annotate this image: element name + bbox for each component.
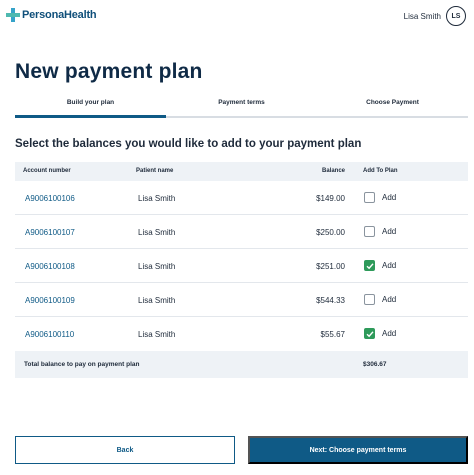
brand-logo[interactable]: PersonaHealth bbox=[6, 8, 97, 22]
add-label[interactable]: Add bbox=[382, 261, 396, 270]
add-to-plan-checkbox[interactable] bbox=[364, 328, 375, 339]
column-header-patient: Patient name bbox=[136, 168, 174, 174]
total-row: Total balance to pay on payment plan $30… bbox=[15, 351, 468, 378]
section-subtitle: Select the balances you would like to ad… bbox=[15, 138, 362, 150]
back-button[interactable]: Back bbox=[15, 436, 235, 464]
patient-name: Lisa Smith bbox=[138, 262, 176, 271]
balance-amount: $149.00 bbox=[316, 194, 345, 203]
column-header-account: Account number bbox=[23, 168, 71, 174]
brand-name: PersonaHealth bbox=[22, 9, 97, 21]
balances-table: Account number Patient name Balance Add … bbox=[15, 162, 468, 378]
table-row: A9006100107 Lisa Smith $250.00 Add bbox=[15, 215, 468, 249]
step-label: Build your plan bbox=[66, 99, 115, 106]
account-number-link[interactable]: A9006100108 bbox=[25, 262, 75, 271]
patient-name: Lisa Smith bbox=[138, 330, 176, 339]
next-button[interactable]: Next: Choose payment terms bbox=[248, 436, 468, 464]
add-to-plan-checkbox[interactable] bbox=[364, 260, 375, 271]
account-number-link[interactable]: A9006100107 bbox=[25, 228, 75, 237]
column-header-add: Add To Plan bbox=[363, 168, 398, 174]
table-row: A9006100109 Lisa Smith $544.33 Add bbox=[15, 283, 468, 317]
checkmark-icon bbox=[366, 262, 374, 269]
total-value: $306.67 bbox=[363, 361, 387, 368]
column-header-balance: Balance bbox=[321, 168, 345, 174]
balance-amount: $544.33 bbox=[316, 296, 345, 305]
add-label[interactable]: Add bbox=[382, 329, 396, 338]
add-to-plan-checkbox[interactable] bbox=[364, 294, 375, 305]
balance-amount: $55.67 bbox=[320, 330, 345, 339]
patient-name: Lisa Smith bbox=[138, 296, 176, 305]
account-number-link[interactable]: A9006100106 bbox=[25, 194, 75, 203]
add-label[interactable]: Add bbox=[382, 295, 396, 304]
step-progress-bar bbox=[15, 115, 166, 118]
step-progress: Build your plan Payment terms Choose Pay… bbox=[15, 94, 468, 118]
patient-name: Lisa Smith bbox=[138, 228, 176, 237]
add-to-plan-checkbox[interactable] bbox=[364, 226, 375, 237]
account-number-link[interactable]: A9006100110 bbox=[25, 330, 74, 339]
balance-amount: $251.00 bbox=[316, 262, 345, 271]
table-row: A9006100110 Lisa Smith $55.67 Add bbox=[15, 317, 468, 351]
checkmark-icon bbox=[366, 330, 374, 337]
step-label: Payment terms bbox=[218, 99, 265, 106]
user-name[interactable]: Lisa Smith bbox=[404, 12, 441, 21]
step-choose-payment: Choose Payment bbox=[317, 94, 468, 118]
step-payment-terms: Payment terms bbox=[166, 94, 317, 118]
step-progress-bar bbox=[166, 116, 317, 118]
account-number-link[interactable]: A9006100109 bbox=[25, 296, 75, 305]
add-label[interactable]: Add bbox=[382, 193, 396, 202]
add-to-plan-checkbox[interactable] bbox=[364, 192, 375, 203]
add-label[interactable]: Add bbox=[382, 227, 396, 236]
balance-amount: $250.00 bbox=[316, 228, 345, 237]
app-header: PersonaHealth Lisa Smith LS bbox=[0, 0, 474, 32]
table-row: A9006100108 Lisa Smith $251.00 Add bbox=[15, 249, 468, 283]
avatar[interactable]: LS bbox=[446, 6, 466, 26]
total-label: Total balance to pay on payment plan bbox=[24, 361, 140, 368]
step-progress-bar bbox=[317, 116, 468, 118]
table-row: A9006100106 Lisa Smith $149.00 Add bbox=[15, 181, 468, 215]
user-menu[interactable]: Lisa Smith LS bbox=[404, 6, 466, 26]
page-title: New payment plan bbox=[15, 60, 203, 83]
patient-name: Lisa Smith bbox=[138, 194, 176, 203]
step-build-plan: Build your plan bbox=[15, 94, 166, 118]
cross-logo-icon bbox=[6, 8, 20, 22]
table-header: Account number Patient name Balance Add … bbox=[15, 162, 468, 181]
step-label: Choose Payment bbox=[366, 99, 419, 106]
